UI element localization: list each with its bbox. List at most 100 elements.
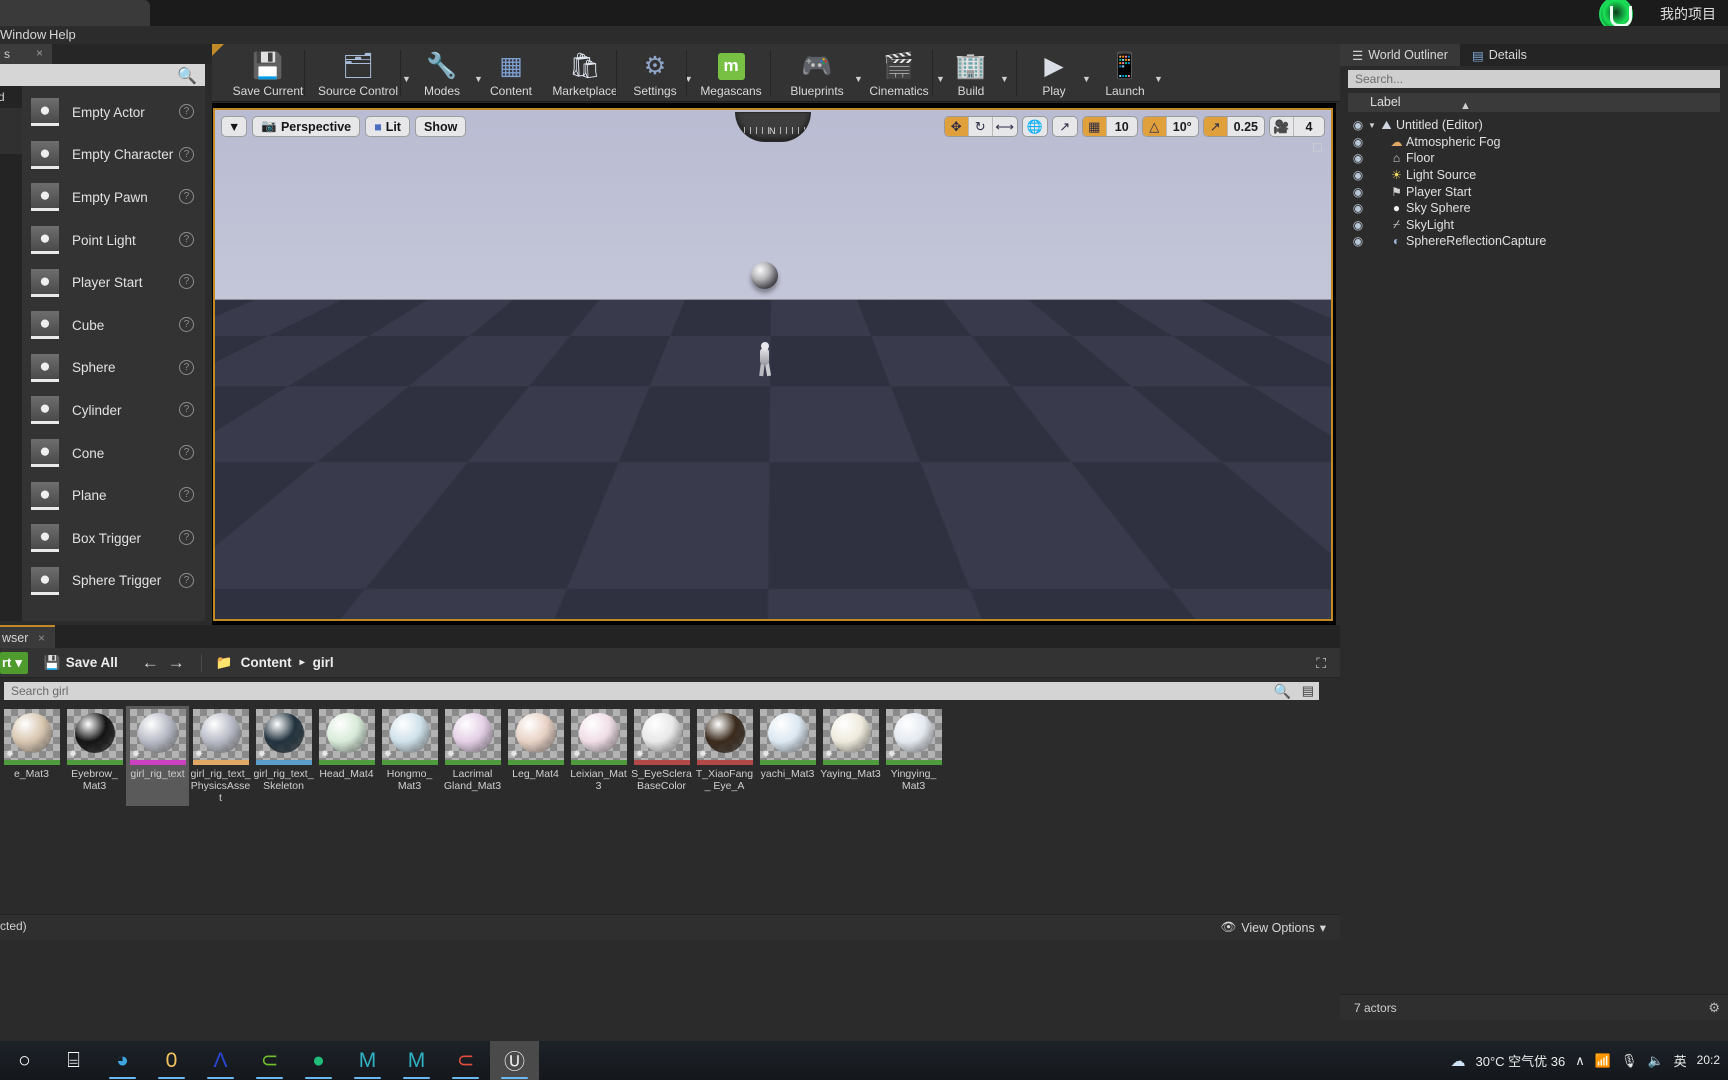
app-c-green-icon[interactable]: ⊂ bbox=[245, 1041, 294, 1080]
content-browser-tab[interactable]: wser × bbox=[0, 625, 55, 648]
back-arrow-icon[interactable]: ← bbox=[142, 653, 159, 673]
outliner-row[interactable]: ◉ ⌂ Floor bbox=[1348, 150, 1720, 167]
help-icon[interactable]: ? bbox=[179, 487, 194, 502]
outliner-row[interactable]: ◉ ⚑ Player Start bbox=[1348, 183, 1720, 200]
task-view-icon[interactable]: ⌸ bbox=[49, 1041, 98, 1080]
grid-icon[interactable]: ▦ bbox=[1083, 117, 1107, 136]
asset-item[interactable]: ✸ girl_rig_text_ Skeleton bbox=[252, 706, 315, 806]
world-globe-icon[interactable]: 🌐 bbox=[1023, 117, 1047, 136]
placeable-item-cube[interactable]: ● Cube? bbox=[22, 304, 205, 347]
app-c-red-icon[interactable]: ⊂ bbox=[441, 1041, 490, 1080]
outliner-row[interactable]: ◉ ◐ SphereReflectionCapture bbox=[1348, 233, 1720, 250]
expander-icon[interactable]: ▼ bbox=[1368, 121, 1377, 130]
placeable-item-box-trigger[interactable]: ● Box Trigger? bbox=[22, 517, 205, 560]
app-globe-icon[interactable]: ● bbox=[294, 1041, 343, 1080]
asset-item[interactable]: ✸ Yaying_Mat3 bbox=[819, 706, 882, 806]
ime-label[interactable]: 英 bbox=[1674, 1051, 1687, 1070]
camera-speed-icon[interactable]: 🎥 bbox=[1270, 117, 1294, 136]
toolbar-button-settings[interactable]: ⚙ Settings bbox=[624, 47, 686, 100]
eye-icon[interactable]: ◉ bbox=[1348, 234, 1368, 248]
viewport-perspective-button[interactable]: 📷 Perspective bbox=[252, 116, 360, 137]
placeable-item-player-start[interactable]: ● Player Start? bbox=[22, 261, 205, 304]
placeable-item-plane[interactable]: ● Plane? bbox=[22, 474, 205, 517]
viewport-show-button[interactable]: Show bbox=[415, 116, 466, 137]
placeable-item-point-light[interactable]: ● Point Light? bbox=[22, 219, 205, 262]
level-viewport[interactable]: N ▼ 📷 Perspective ■ Lit Show ✥ ↻ ⟷ 🌐 ↗ ▦… bbox=[212, 103, 1336, 625]
viewport-help-icon[interactable]: ? bbox=[231, 598, 244, 611]
tab-details[interactable]: ▤ Details bbox=[1460, 44, 1539, 66]
placeable-item-empty-actor[interactable]: ● Empty Actor? bbox=[22, 91, 205, 134]
toolbar-button-source-control[interactable]: 🗂 Source Control bbox=[312, 47, 404, 100]
edge-icon[interactable]: ◕ bbox=[98, 1041, 147, 1080]
content-search-input[interactable]: Search girl 🔍 ▤ bbox=[4, 682, 1319, 700]
angle-icon[interactable]: △ bbox=[1143, 117, 1167, 136]
filter-toggle-icon[interactable]: ▤ bbox=[1302, 682, 1314, 700]
help-icon[interactable]: ? bbox=[179, 104, 194, 119]
help-icon[interactable]: ? bbox=[179, 189, 194, 204]
asset-item[interactable]: ✸ girl_rig_text_ PhysicsAsset bbox=[189, 706, 252, 806]
mic-icon[interactable]: 🎙 bbox=[1621, 1053, 1638, 1069]
placeable-item-empty-character[interactable]: ● Empty Character? bbox=[22, 134, 205, 177]
asset-item[interactable]: ✸ Leixian_Mat3 bbox=[567, 706, 630, 806]
toolbar-button-blueprints[interactable]: 🎮 Blueprints bbox=[778, 47, 856, 100]
help-icon[interactable]: ? bbox=[179, 402, 194, 417]
surface-snap-icon[interactable]: ↗ bbox=[1053, 117, 1077, 136]
scale-tool-icon[interactable]: ⟷ bbox=[993, 117, 1017, 136]
outliner-row[interactable]: ◉ ☀ Light Source bbox=[1348, 167, 1720, 184]
viewport-canvas[interactable]: N ▼ 📷 Perspective ■ Lit Show ✥ ↻ ⟷ 🌐 ↗ ▦… bbox=[213, 108, 1333, 621]
chevron-down-icon[interactable]: ▼ bbox=[1154, 74, 1163, 84]
file-explorer-icon[interactable]: ὜0 bbox=[147, 1041, 196, 1080]
app-m2-icon[interactable]: M bbox=[392, 1041, 441, 1080]
menu-item-help[interactable]: Help bbox=[49, 26, 76, 44]
add-new-button[interactable]: rt ▾ bbox=[0, 652, 28, 674]
start-icon[interactable]: ○ bbox=[0, 1041, 49, 1080]
toolbar-button-cinematics[interactable]: 🎬 Cinematics bbox=[860, 47, 938, 100]
scale-snap-icon[interactable]: ↗ bbox=[1204, 117, 1228, 136]
modes-tab[interactable]: s bbox=[0, 44, 52, 64]
modes-search-input[interactable]: 🔍 bbox=[0, 64, 205, 86]
view-options-button[interactable]: 👁 View Options ▾ bbox=[1220, 920, 1326, 935]
eye-icon[interactable]: ◉ bbox=[1348, 201, 1368, 215]
toolbar-button-launch[interactable]: 📱 Launch bbox=[1094, 47, 1156, 100]
help-icon[interactable]: ? bbox=[179, 530, 194, 545]
eye-icon[interactable]: ◉ bbox=[1348, 185, 1368, 199]
asset-item[interactable]: ✸ Yingying_ Mat3 bbox=[882, 706, 945, 806]
toolbar-button-megascans[interactable]: m Megascans bbox=[694, 47, 768, 100]
sphere-mesh[interactable] bbox=[751, 262, 778, 289]
character-mesh[interactable] bbox=[755, 342, 775, 376]
scale-snap-value[interactable]: 0.25 bbox=[1228, 117, 1264, 136]
outliner-row[interactable]: ◉ ⌿ SkyLight bbox=[1348, 217, 1720, 234]
search-icon[interactable]: 🔍 bbox=[1274, 682, 1291, 700]
camera-speed-value[interactable]: 4 bbox=[1294, 117, 1324, 136]
forward-arrow-icon[interactable]: → bbox=[168, 653, 185, 673]
tab-world-outliner[interactable]: ☰ World Outliner bbox=[1340, 44, 1460, 66]
viewport-options-button[interactable]: ▼ bbox=[221, 116, 247, 137]
help-icon[interactable]: ? bbox=[179, 445, 194, 460]
breadcrumb-content[interactable]: Content bbox=[241, 655, 292, 670]
help-icon[interactable]: ? bbox=[179, 360, 194, 375]
placeable-item-sphere[interactable]: ● Sphere? bbox=[22, 347, 205, 390]
help-icon[interactable]: ? bbox=[179, 147, 194, 162]
chevron-down-icon[interactable]: ▼ bbox=[1082, 74, 1091, 84]
gear-icon[interactable]: ⚙ bbox=[1708, 1000, 1720, 1016]
toolbar-button-build[interactable]: 🏢 Build bbox=[940, 47, 1002, 100]
eye-icon[interactable]: ◉ bbox=[1348, 118, 1368, 132]
placeable-item-sphere-trigger[interactable]: ● Sphere Trigger? bbox=[22, 560, 205, 603]
breadcrumb-girl[interactable]: girl bbox=[313, 655, 334, 670]
move-tool-icon[interactable]: ✥ bbox=[945, 117, 969, 136]
grid-snap-value[interactable]: 10 bbox=[1107, 117, 1137, 136]
weather-label[interactable]: 30°C 空气优 36 bbox=[1475, 1051, 1565, 1070]
placeable-item-cone[interactable]: ● Cone? bbox=[22, 432, 205, 475]
outliner-row[interactable]: ◉ ▼ ⛰ Untitled (Editor) bbox=[1348, 117, 1720, 134]
toolbar-button-content[interactable]: ▦ Content bbox=[480, 47, 542, 100]
angle-snap-value[interactable]: 10° bbox=[1167, 117, 1198, 136]
asset-item[interactable]: ✸ Leg_Mat4 bbox=[504, 706, 567, 806]
toolbar-button-play[interactable]: ▶ Play bbox=[1024, 47, 1084, 100]
viewport-lit-button[interactable]: ■ Lit bbox=[365, 116, 410, 137]
eye-icon[interactable]: ◉ bbox=[1348, 218, 1368, 232]
asset-item[interactable]: ✸ e_Mat3 bbox=[0, 706, 63, 806]
clock[interactable]: 20:2 bbox=[1697, 1054, 1720, 1067]
rotate-tool-icon[interactable]: ↻ bbox=[969, 117, 993, 136]
toolbar-button-save-current[interactable]: 💾 Save Current bbox=[230, 47, 306, 100]
help-icon[interactable]: ? bbox=[179, 274, 194, 289]
